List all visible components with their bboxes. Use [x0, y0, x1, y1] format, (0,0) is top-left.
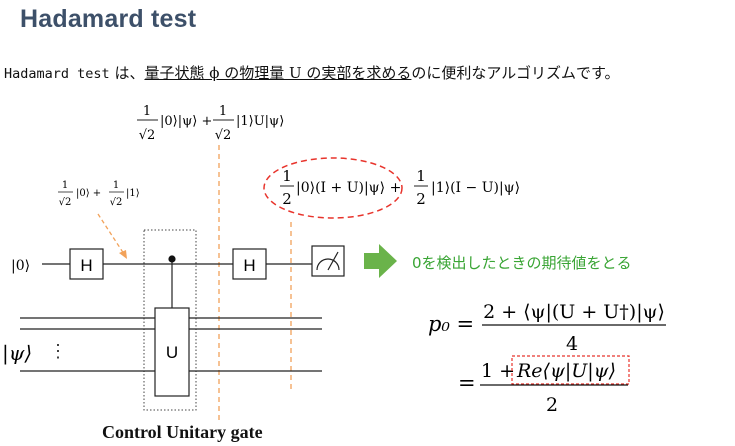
- register-dots: ⋮: [49, 341, 67, 362]
- input-target-label: |ψ⟩: [2, 341, 32, 366]
- svg-text:2: 2: [282, 190, 292, 208]
- green-arrow: [364, 244, 397, 278]
- control-dot: [168, 255, 176, 263]
- input-ancilla-label: |0⟩: [11, 258, 30, 274]
- svg-text:1: 1: [282, 167, 292, 185]
- formula-equals-2: =: [458, 371, 476, 395]
- final-state-ket-1: |0⟩(I + U)|ψ⟩ +: [296, 180, 401, 196]
- svg-text:2: 2: [416, 190, 426, 208]
- state-pointer-arrow: [97, 213, 125, 255]
- u-gate-label: U: [166, 343, 178, 362]
- h-gate-1-label: H: [80, 256, 92, 275]
- svg-text:1: 1: [219, 104, 227, 119]
- h-gate-2-label: H: [243, 256, 255, 275]
- svg-text:1: 1: [143, 104, 151, 119]
- small-state-ket-2: |1⟩: [126, 188, 140, 199]
- formula-numerator-1: 2 + ⟨ψ|(U + U†)|ψ⟩: [483, 301, 665, 323]
- mid-state-ket-2: |1⟩U|ψ⟩: [236, 114, 284, 129]
- circuit-diagram: H H U |0⟩ |ψ⟩ ⋮ 1 √2 |0⟩ + 1 √2 |1⟩ 1 √2…: [2, 104, 666, 420]
- svg-text:√2: √2: [110, 197, 123, 208]
- diagram-caption: Control Unitary gate: [102, 422, 263, 442]
- formula-numerator-2-boxed: Re⟨ψ|U|ψ⟩: [516, 360, 616, 382]
- expectation-note: 0を検出したときの期待値をとる: [412, 254, 632, 272]
- measurement-box: [311, 245, 345, 277]
- svg-text:1: 1: [113, 180, 119, 191]
- small-state-ket-1: |0⟩ +: [76, 188, 101, 199]
- svg-text:√2: √2: [59, 197, 72, 208]
- formula-denominator-1: 4: [566, 333, 578, 355]
- final-state-ket-2: |1⟩(I − U)|ψ⟩: [431, 180, 520, 196]
- formula-denominator-2: 2: [546, 394, 558, 416]
- mid-state-ket-1: |0⟩|ψ⟩ +: [160, 114, 212, 129]
- svg-text:√2: √2: [215, 128, 232, 143]
- svg-text:1: 1: [62, 180, 68, 191]
- svg-text:1: 1: [416, 167, 426, 185]
- svg-text:√2: √2: [139, 128, 156, 143]
- p0-label: p₀ =: [428, 312, 474, 336]
- formula-numerator-2-prefix: 1 +: [481, 360, 515, 382]
